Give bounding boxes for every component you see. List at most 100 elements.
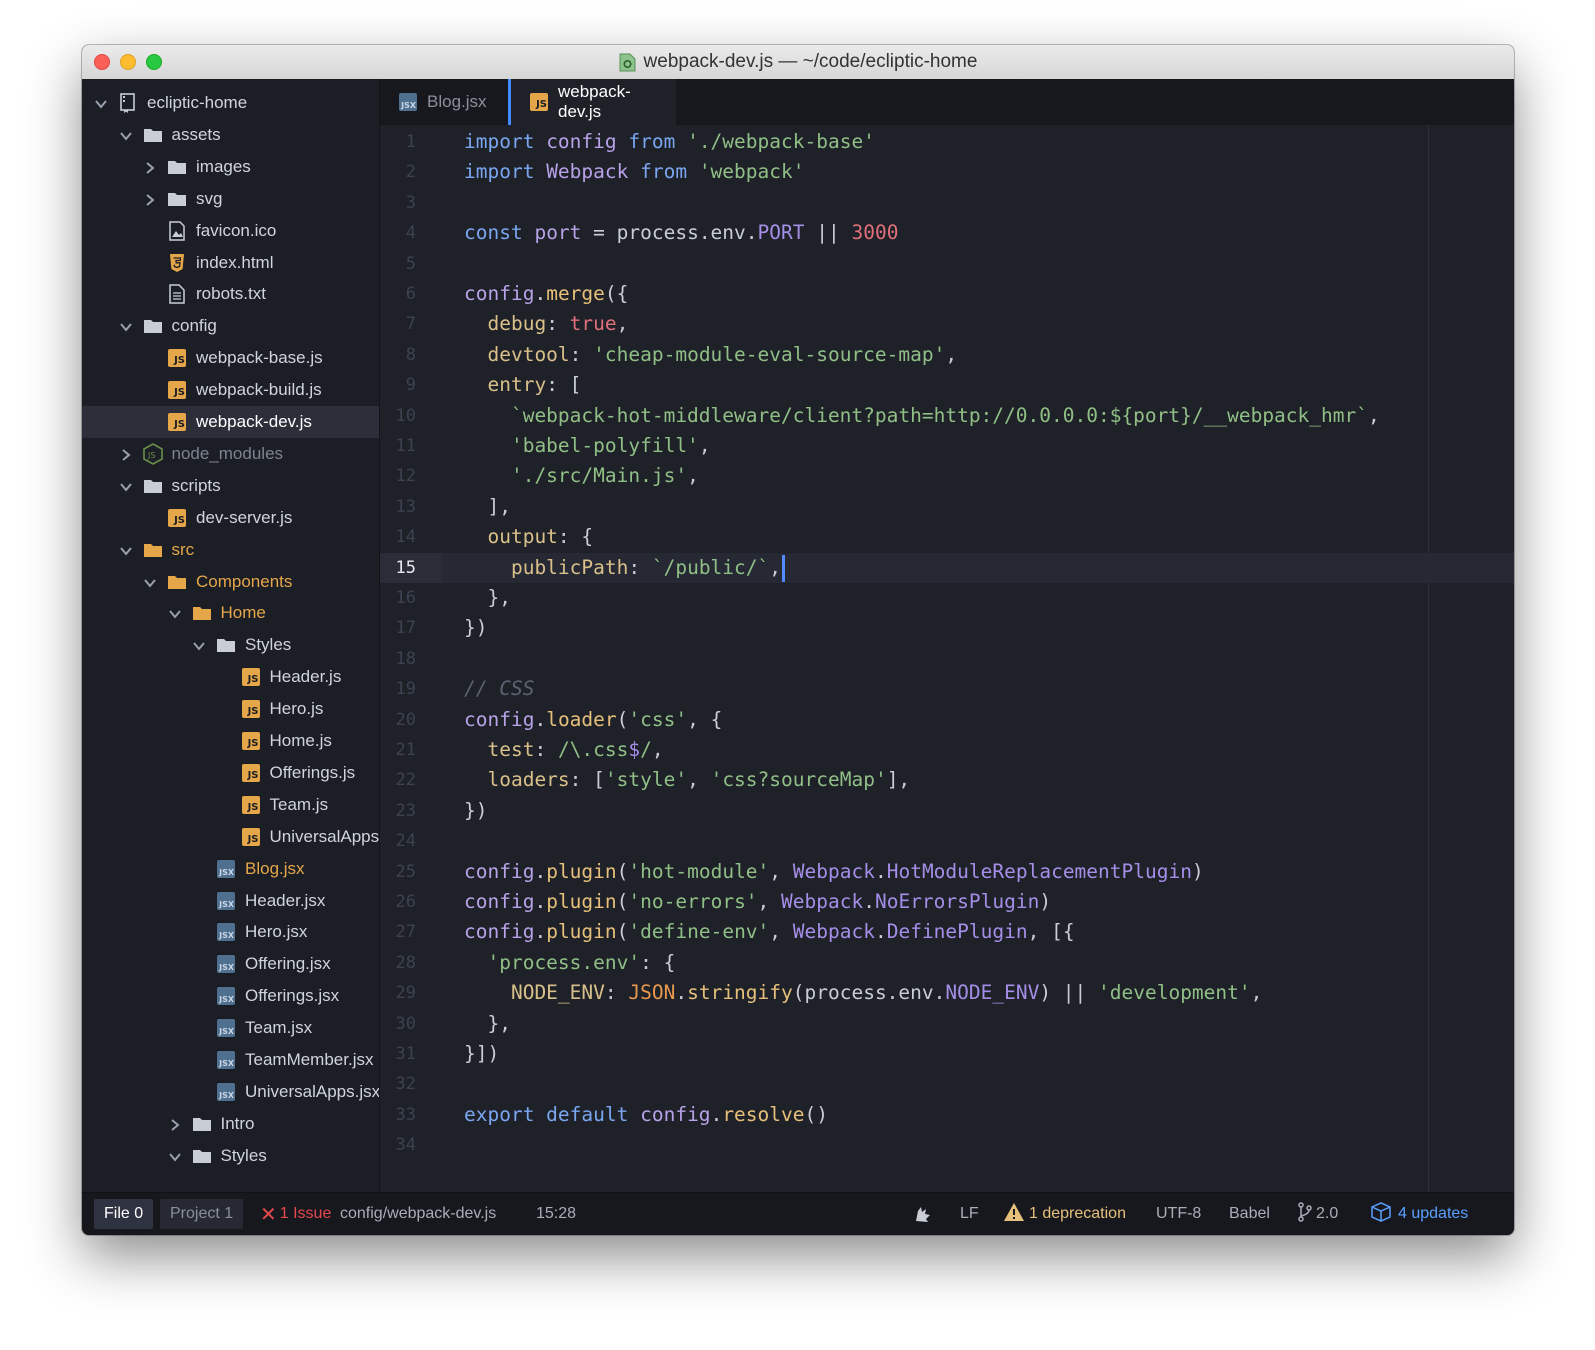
file-issues-tab[interactable]: File 0	[94, 1199, 154, 1229]
line-number[interactable]: 15	[380, 553, 416, 583]
tree-file[interactable]: JS Header.js	[82, 661, 379, 693]
line-number[interactable]: 1	[380, 127, 416, 157]
tree-folder[interactable]: Home	[82, 597, 379, 629]
code-line[interactable]: 14 output: {	[380, 522, 1514, 552]
tree-view[interactable]: ecliptic-home assets images svg favicon.ico i…	[82, 79, 380, 1193]
chevron-right-icon[interactable]	[143, 160, 157, 174]
tree-file[interactable]: JSX Blog.jsx	[82, 853, 379, 885]
code-line[interactable]: 23})	[380, 796, 1514, 826]
code-line[interactable]: 5	[380, 249, 1514, 279]
line-number[interactable]: 27	[380, 917, 416, 947]
line-number[interactable]: 8	[380, 340, 416, 370]
line-number[interactable]: 12	[380, 461, 416, 491]
line-number[interactable]: 21	[380, 735, 416, 765]
code-line[interactable]: 21 test: /\.css$/,	[380, 735, 1514, 765]
line-number[interactable]: 20	[380, 705, 416, 735]
line-number[interactable]: 18	[380, 644, 416, 674]
line-number[interactable]: 5	[380, 249, 416, 279]
code-line[interactable]: 13 ],	[380, 492, 1514, 522]
close-window-button[interactable]	[94, 54, 110, 70]
code-line[interactable]: 17})	[380, 613, 1514, 643]
tree-folder[interactable]: images	[82, 151, 379, 183]
line-number[interactable]: 31	[380, 1039, 416, 1069]
code-line[interactable]: 29 NODE_ENV: JSON.stringify(process.env.…	[380, 978, 1514, 1008]
tree-file[interactable]: JSX Header.jsx	[82, 885, 379, 917]
tree-file[interactable]: JSX Offering.jsx	[82, 948, 379, 980]
code-editor[interactable]: 1 import config from './webpack-base' 2 imp…	[380, 125, 1514, 1193]
encoding-selector[interactable]: UTF-8	[1156, 1193, 1201, 1235]
tree-file[interactable]: JS webpack-build.js	[82, 374, 379, 406]
code-line[interactable]: 2 import Webpack from 'webpack'	[380, 157, 1514, 187]
code-line[interactable]: 26 config.plugin('no-errors', Webpack.NoE…	[380, 887, 1514, 917]
chevron-down-icon[interactable]	[119, 479, 133, 493]
tree-file[interactable]: index.html	[82, 247, 379, 279]
code-line[interactable]: 33 export default config.resolve()	[380, 1100, 1514, 1130]
linter-icon[interactable]	[912, 1193, 934, 1235]
line-number[interactable]: 34	[380, 1130, 416, 1160]
tree-file[interactable]: JSX TeamMember.jsx	[82, 1044, 379, 1076]
git-branch[interactable]: 2.0	[1298, 1193, 1338, 1235]
zoom-window-button[interactable]	[146, 54, 162, 70]
tree-file[interactable]: JS dev-server.js	[82, 502, 379, 534]
tree-folder[interactable]: Styles	[82, 629, 379, 661]
tree-folder[interactable]: Components	[82, 566, 379, 598]
code-line-cursor[interactable]: 15 publicPath: `/public/`,	[380, 552, 1514, 583]
line-number[interactable]: 22	[380, 765, 416, 795]
line-number[interactable]: 6	[380, 279, 416, 309]
line-number[interactable]: 4	[380, 218, 416, 248]
chevron-down-icon[interactable]	[192, 638, 206, 652]
code-line[interactable]: 30 },	[380, 1009, 1514, 1039]
tree-file[interactable]: favicon.ico	[82, 215, 379, 247]
tree-file[interactable]: JSX UniversalApps.jsx	[82, 1076, 379, 1108]
line-ending-selector[interactable]: LF	[960, 1193, 979, 1235]
tree-folder[interactable]: config	[82, 310, 379, 342]
code-line[interactable]: 4 const port = process.env.PORT || 3000	[380, 218, 1514, 248]
line-number[interactable]: 23	[380, 796, 416, 826]
grammar-selector[interactable]: Babel	[1229, 1193, 1270, 1235]
code-line[interactable]: 1 import config from './webpack-base'	[380, 127, 1514, 157]
code-line[interactable]: 3	[380, 188, 1514, 218]
chevron-down-icon[interactable]	[168, 606, 182, 620]
line-number[interactable]: 29	[380, 978, 416, 1008]
line-number[interactable]: 3	[380, 188, 416, 218]
code-line[interactable]: 7 debug: true,	[380, 309, 1514, 339]
chevron-down-icon[interactable]	[94, 96, 108, 110]
code-line[interactable]: 8 devtool: 'cheap-module-eval-source-map…	[380, 340, 1514, 370]
code-line[interactable]: 28 'process.env': {	[380, 948, 1514, 978]
tree-file[interactable]: JS UniversalApps.js	[82, 821, 379, 853]
tree-folder[interactable]: scripts	[82, 470, 379, 502]
issues-indicator[interactable]: ✕ 1 Issue	[260, 1193, 331, 1235]
code-line[interactable]: 6 config.merge({	[380, 279, 1514, 309]
chevron-down-icon[interactable]	[168, 1149, 182, 1163]
code-line[interactable]: 18	[380, 644, 1514, 674]
code-line[interactable]: 22 loaders: ['style', 'css?sourceMap'],	[380, 765, 1514, 795]
tree-file[interactable]: JSX Offerings.jsx	[82, 980, 379, 1012]
project-issues-tab[interactable]: Project 1	[160, 1199, 244, 1229]
chevron-down-icon[interactable]	[119, 319, 133, 333]
minimize-window-button[interactable]	[120, 54, 136, 70]
tab-webpack-dev-js[interactable]: JS webpack-dev.js	[508, 79, 676, 125]
code-line[interactable]: 32	[380, 1069, 1514, 1099]
line-number[interactable]: 32	[380, 1069, 416, 1099]
tree-file[interactable]: robots.txt	[82, 278, 379, 310]
line-number[interactable]: 13	[380, 492, 416, 522]
tree-file[interactable]: JS Home.js	[82, 725, 379, 757]
code-line[interactable]: 10 `webpack-hot-middleware/client?path=h…	[380, 401, 1514, 431]
line-number[interactable]: 16	[380, 583, 416, 613]
code-line[interactable]: 34	[380, 1130, 1514, 1160]
code-line[interactable]: 19 // CSS	[380, 674, 1514, 704]
tree-folder[interactable]: svg	[82, 183, 379, 215]
tree-file[interactable]: JS Hero.js	[82, 693, 379, 725]
line-number[interactable]: 17	[380, 613, 416, 643]
tree-folder[interactable]: Intro	[82, 1108, 379, 1140]
line-number[interactable]: 25	[380, 857, 416, 887]
line-number[interactable]: 30	[380, 1009, 416, 1039]
code-line[interactable]: 25 config.plugin('hot-module', Webpack.Ho…	[380, 857, 1514, 887]
code-line[interactable]: 16 },	[380, 583, 1514, 613]
line-number[interactable]: 19	[380, 674, 416, 704]
chevron-right-icon[interactable]	[119, 447, 133, 461]
line-number[interactable]: 14	[380, 522, 416, 552]
tree-file[interactable]: JS webpack-dev.js	[82, 406, 379, 438]
chevron-right-icon[interactable]	[143, 192, 157, 206]
line-number[interactable]: 33	[380, 1100, 416, 1130]
